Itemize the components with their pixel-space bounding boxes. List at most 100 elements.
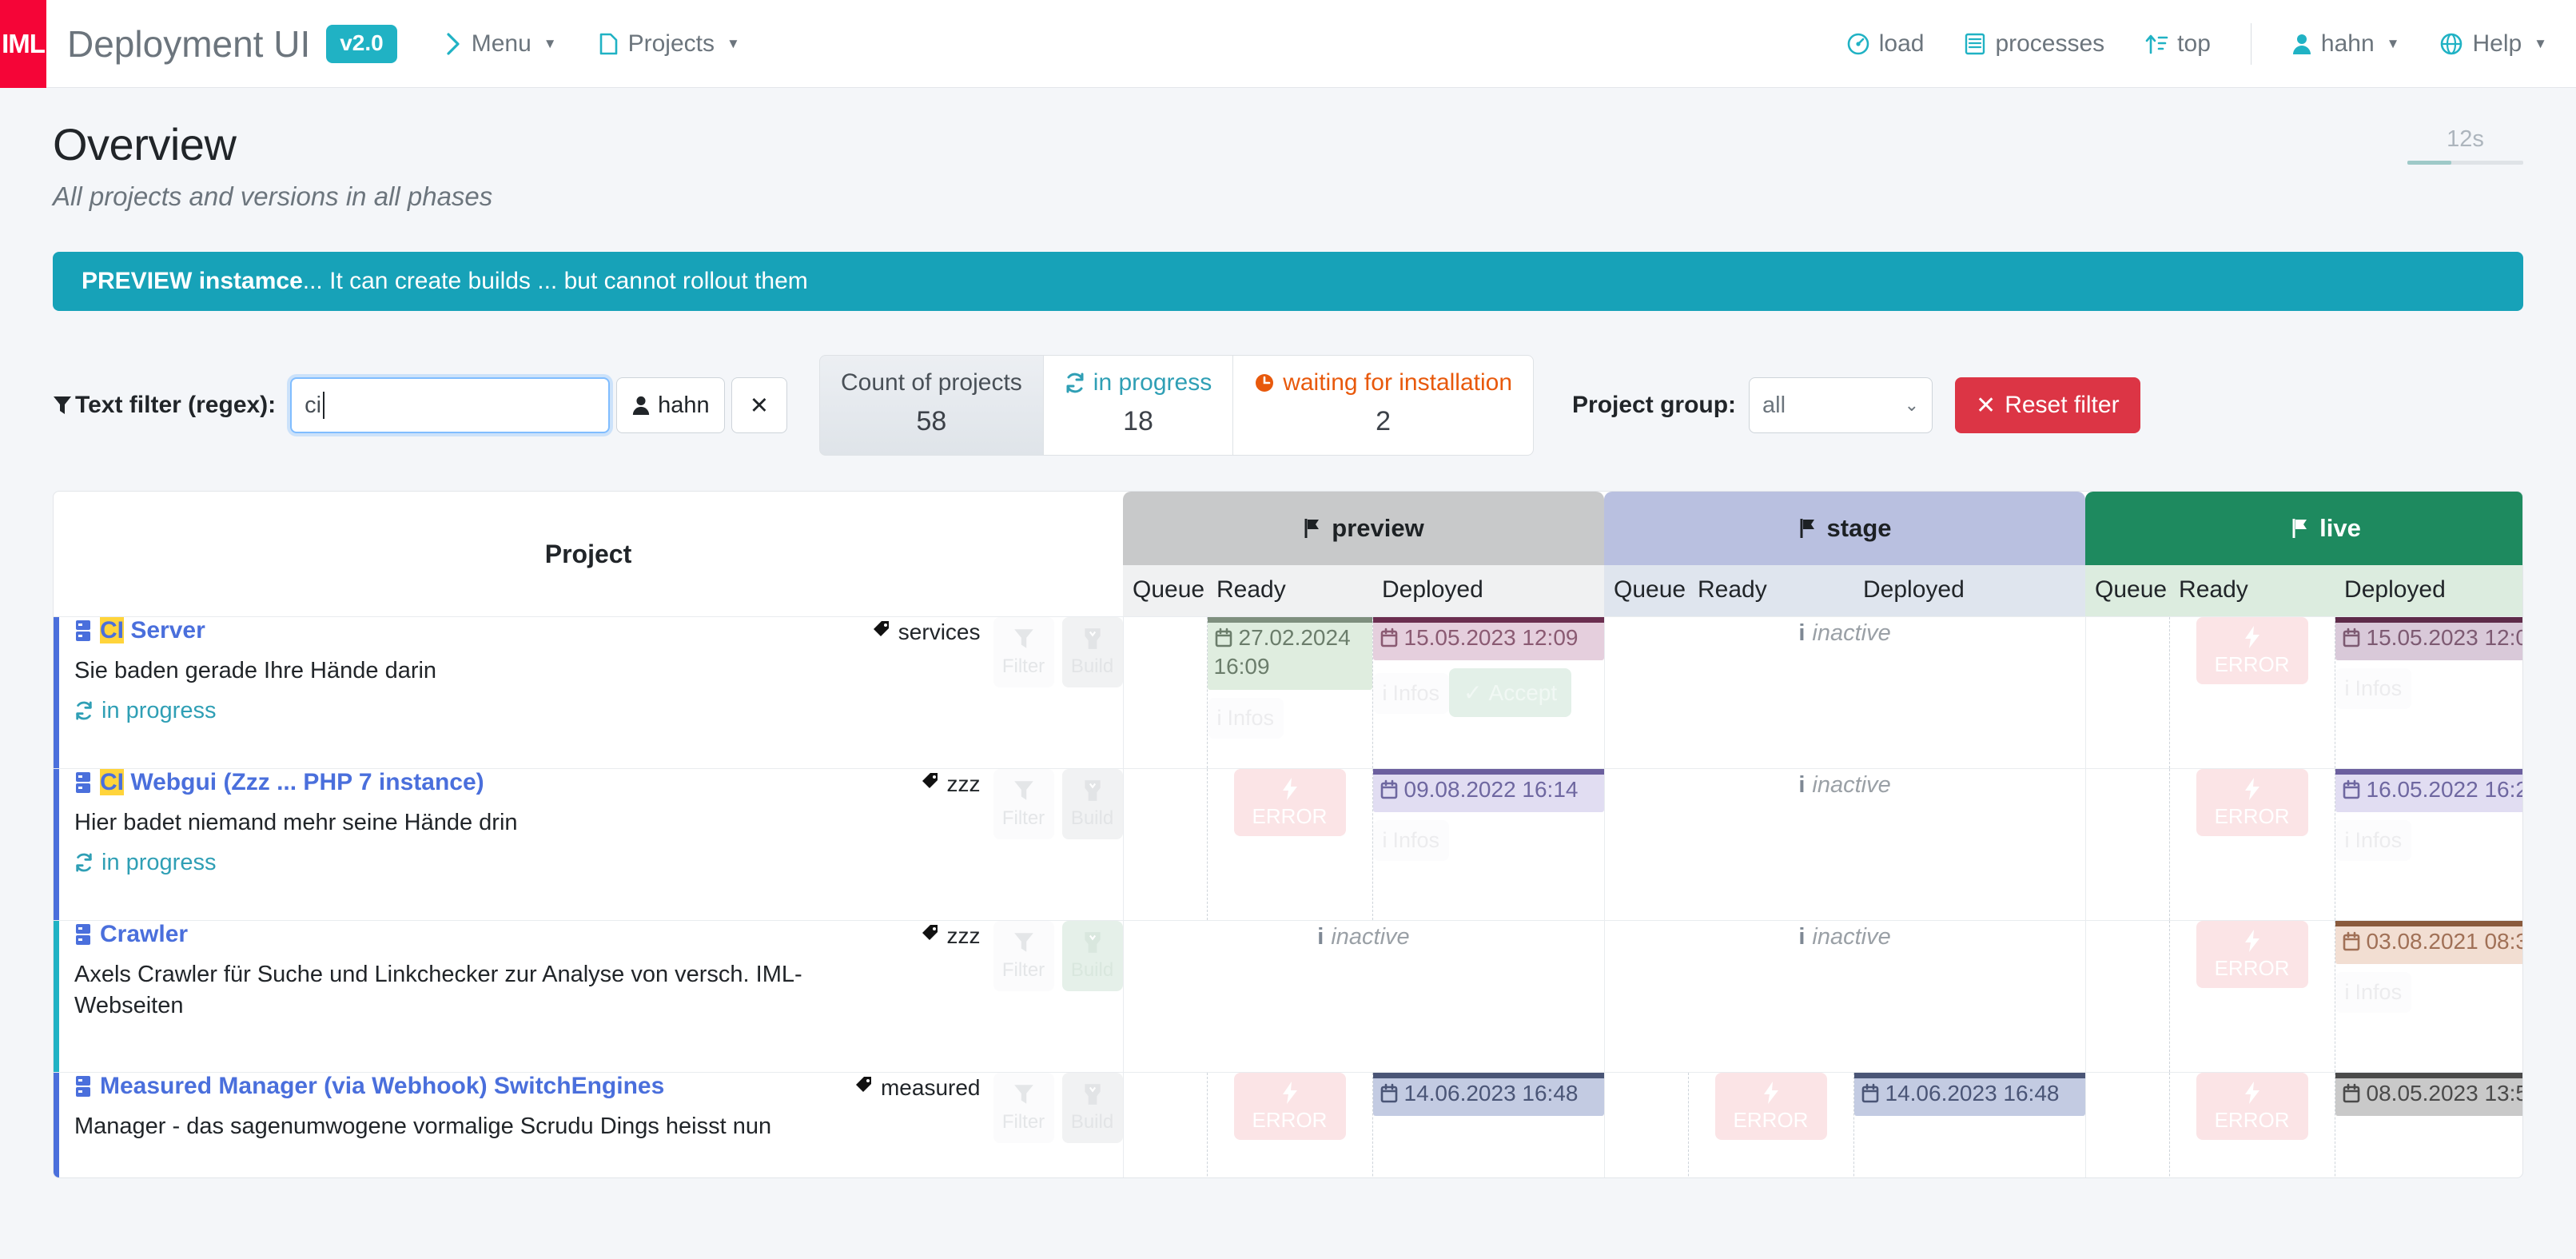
project-tag[interactable]: measured	[829, 1073, 981, 1143]
chip-bar	[2335, 1073, 2522, 1078]
cell-preview-queue	[1122, 616, 1207, 769]
project-name-link[interactable]: Crawler	[100, 921, 188, 948]
phase-name: live	[2319, 514, 2361, 542]
inactive-status: i inactive	[1124, 921, 1604, 950]
flag-icon	[1303, 517, 1322, 540]
stat-card-waiting-for-installation[interactable]: waiting for installation 2	[1233, 355, 1535, 456]
stat-card-count-of-projects[interactable]: Count of projects 58	[819, 355, 1044, 456]
bolt-icon	[1280, 1081, 1300, 1105]
stat-card-in-progress[interactable]: in progress 18	[1043, 355, 1234, 456]
deployment-chip[interactable]: 15.05.2023 12:09	[2335, 617, 2522, 661]
row-build-label: Build	[1070, 807, 1114, 829]
row-build-button[interactable]: Build	[1061, 769, 1123, 839]
calendar-icon	[1380, 1081, 1399, 1106]
nav-load[interactable]: load	[1846, 30, 1924, 58]
infos-label: Infos	[1392, 828, 1440, 853]
row-filter-button[interactable]: Filter	[993, 617, 1054, 687]
deployment-chip[interactable]: 14.06.2023 16:48	[1853, 1073, 2085, 1117]
table-row: Measured Manager (via Webhook) SwitchEng…	[54, 1072, 2522, 1177]
infos-button[interactable]: i Infos	[2335, 668, 2412, 710]
project-group-select[interactable]: all ⌄	[1749, 377, 1933, 433]
clear-filter-button[interactable]: ✕	[731, 377, 787, 433]
project-status-label: in progress	[102, 849, 217, 875]
nav-projects[interactable]: Projects ▼	[599, 30, 740, 58]
error-button[interactable]: ERROR	[2196, 769, 2308, 836]
project-description: Manager - das sagenumwogene vormalige Sc…	[74, 1114, 772, 1139]
alert-strong-text: PREVIEW instamce	[82, 268, 303, 294]
deployment-date: 14.06.2023 16:48	[1403, 1081, 1579, 1106]
user-filter-button[interactable]: hahn	[616, 377, 725, 433]
error-label: ERROR	[1733, 1107, 1809, 1132]
brand-block[interactable]: IML Deployment UI v2.0	[0, 0, 397, 88]
deployment-chip[interactable]: 03.08.2021 08:37	[2335, 921, 2522, 965]
nav-processes[interactable]: processes	[1964, 30, 2104, 58]
row-filter-button[interactable]: Filter	[993, 1073, 1054, 1143]
deployment-chip[interactable]: 08.05.2023 13:54	[2335, 1073, 2522, 1117]
project-name-link[interactable]: CI Server	[100, 617, 205, 644]
nav-user[interactable]: hahn ▼	[2291, 30, 2399, 58]
row-filter-button[interactable]: Filter	[993, 921, 1054, 991]
stat-label-wrap: waiting for installation	[1254, 369, 1512, 396]
error-button[interactable]: ERROR	[1233, 1073, 1346, 1140]
deployment-date: 15.05.2023 12:09	[1403, 625, 1579, 650]
sort-up-icon	[2144, 32, 2168, 56]
stat-value: 2	[1376, 406, 1392, 436]
row-build-button[interactable]: Build	[1061, 1073, 1123, 1143]
project-tag[interactable]: zzz	[829, 921, 981, 1021]
project-tag-label: zzz	[946, 923, 981, 948]
phase-header-live[interactable]: live	[2085, 492, 2522, 565]
deployment-chip[interactable]: 27.02.2024 16:09	[1207, 617, 1372, 690]
project-name-link[interactable]: CI Webgui (Zzz ... PHP 7 instance)	[100, 769, 484, 796]
phase-header-preview[interactable]: preview	[1123, 492, 1604, 565]
phase-name: preview	[1332, 514, 1424, 542]
error-button[interactable]: ERROR	[2196, 617, 2308, 684]
cell-preview-ready: ERROR	[1206, 1072, 1372, 1177]
infos-button[interactable]: i Infos	[1372, 820, 1450, 862]
flag-icon	[1798, 517, 1818, 540]
inactive-status: i inactive	[1605, 769, 2085, 799]
project-tag-label: zzz	[946, 771, 981, 796]
project-name-link[interactable]: Measured Manager (via Webhook) SwitchEng…	[100, 1073, 664, 1100]
infos-button[interactable]: i Infos	[2335, 820, 2412, 862]
accept-button[interactable]: ✓ Accept	[1449, 668, 1572, 718]
text-filter-group: ci hahn ✕	[290, 377, 787, 433]
row-accent-bar	[54, 617, 59, 768]
infos-label: Infos	[2355, 676, 2403, 701]
cell-preview-deployed: 14.06.2023 16:48	[1372, 1072, 1604, 1177]
user-icon	[2291, 32, 2312, 56]
cell-stage-inactive: i inactive	[1603, 920, 2086, 1073]
row-build-button[interactable]: Build	[1061, 617, 1123, 687]
search-input-value: ci	[305, 392, 322, 418]
infos-button[interactable]: i Infos	[1372, 673, 1450, 715]
top-navbar: IML Deployment UI v2.0 Menu ▼ Projects ▼…	[0, 0, 2576, 88]
row-filter-button[interactable]: Filter	[993, 769, 1054, 839]
deployment-chip[interactable]: 09.08.2022 16:14	[1372, 769, 1604, 813]
cell-preview-queue	[1122, 768, 1207, 921]
infos-button[interactable]: i Infos	[1207, 697, 1284, 739]
nav-top[interactable]: top	[2144, 30, 2211, 58]
reset-filter-button[interactable]: ✕ Reset filter	[1955, 377, 2140, 433]
bolt-icon	[2242, 625, 2263, 649]
phase-header-stage[interactable]: stage	[1604, 492, 2086, 565]
table-row: Crawler Axels Crawler für Suche und Link…	[54, 920, 2522, 1073]
nav-menu[interactable]: Menu ▼	[445, 30, 557, 58]
row-build-label: Build	[1070, 655, 1114, 677]
infos-button[interactable]: i Infos	[2335, 972, 2412, 1014]
error-button[interactable]: ERROR	[1233, 769, 1346, 836]
error-button[interactable]: ERROR	[1714, 1073, 1827, 1140]
project-tag[interactable]: zzz	[829, 769, 981, 876]
row-filter-label: Filter	[1001, 959, 1045, 981]
row-build-button[interactable]: Build	[1061, 921, 1123, 991]
deployment-chip[interactable]: 14.06.2023 16:48	[1372, 1073, 1604, 1117]
error-button[interactable]: ERROR	[2196, 1073, 2308, 1140]
nav-help[interactable]: Help ▼	[2439, 30, 2547, 58]
error-button[interactable]: ERROR	[2196, 921, 2308, 988]
calendar-icon	[1380, 625, 1399, 650]
deployment-chip[interactable]: 15.05.2023 12:09	[1372, 617, 1604, 661]
project-cell: Measured Manager (via Webhook) SwitchEng…	[54, 1072, 1123, 1177]
search-input[interactable]: ci	[290, 377, 611, 433]
project-tag[interactable]: services	[829, 617, 981, 724]
cell-stage-deployed: 14.06.2023 16:48	[1853, 1072, 2086, 1177]
deployment-chip[interactable]: 16.05.2022 16:25	[2335, 769, 2522, 813]
info-icon: i	[1382, 828, 1388, 853]
